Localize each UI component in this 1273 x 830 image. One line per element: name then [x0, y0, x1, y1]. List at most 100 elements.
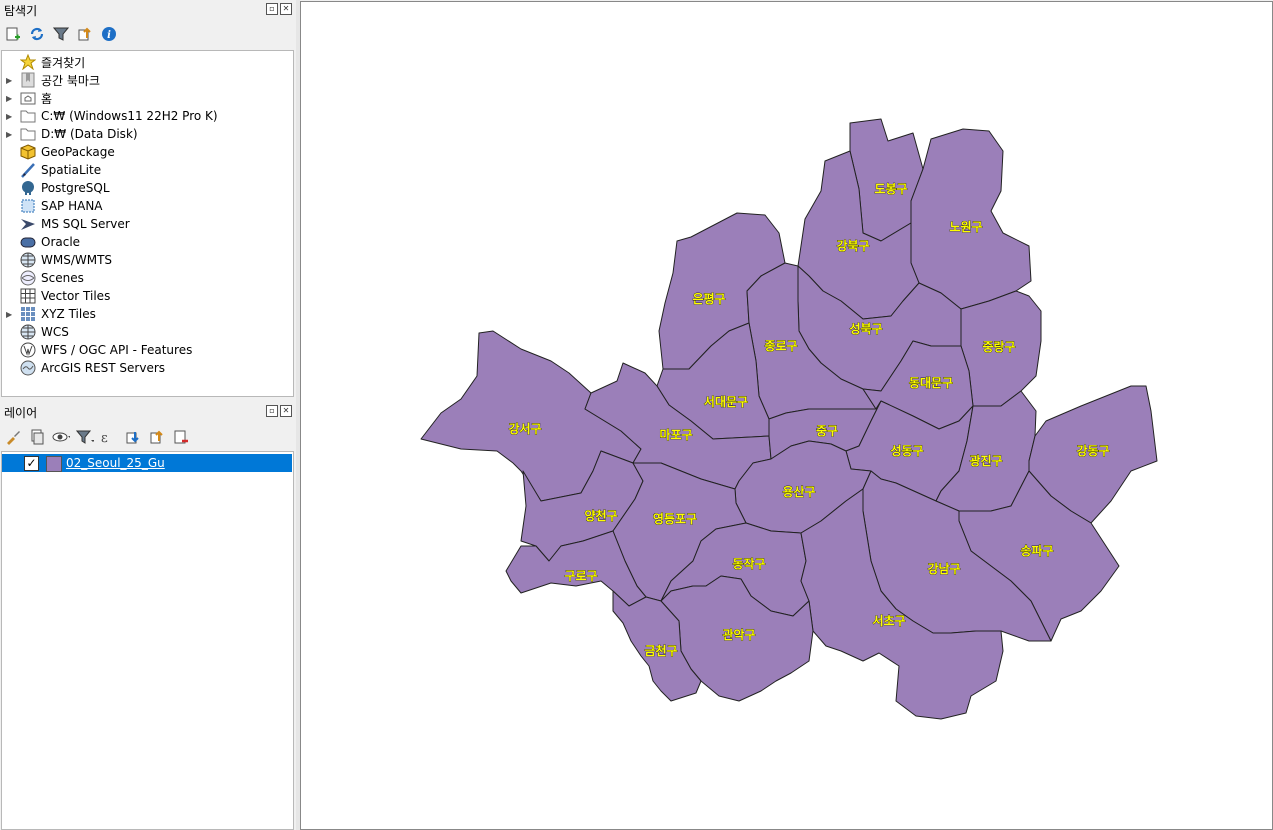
browser-item-label: 홈 [41, 91, 53, 106]
browser-panel-title: 탐색기 [4, 4, 38, 18]
star-icon [20, 54, 36, 70]
close-panel-button[interactable]: ✕ [280, 405, 292, 417]
bookmark-icon [20, 72, 36, 88]
browser-item[interactable]: ArcGIS REST Servers [2, 359, 292, 377]
layer-symbol-swatch [46, 456, 62, 472]
filter-legend-button[interactable] [76, 428, 94, 446]
map-canvas[interactable]: 도봉구 노원구 강북구 은평구 성북구 종로구 중랑구 동대문구 서대문구 강서구 마포구 중구 성동구… [300, 1, 1273, 830]
xyz-tiles-icon [20, 306, 36, 322]
globe-icon [20, 324, 36, 340]
browser-tree: 즐겨찾기 ▶ 공간 북마크 ▶ 홈 ▶ C:₩ (Windows11 22H2 Pro K)… [1, 50, 294, 397]
browser-item[interactable]: ▶ XYZ Tiles [2, 305, 292, 323]
browser-item[interactable]: WMS/WMTS [2, 251, 292, 269]
browser-item-label: WMS/WMTS [41, 253, 113, 267]
browser-item-label: XYZ Tiles [41, 307, 96, 321]
browser-item-label: D:₩ (Data Disk) [41, 127, 138, 141]
collapse-all-button[interactable] [76, 25, 94, 43]
collapse-all-layers-button[interactable] [148, 428, 166, 446]
browser-item-label: Scenes [41, 271, 84, 285]
layers-panel-header: 레이어 ▫ ✕ [0, 402, 296, 422]
browser-item[interactable]: 즐겨찾기 [2, 53, 292, 71]
browser-item[interactable]: GeoPackage [2, 143, 292, 161]
folder-icon [20, 108, 36, 124]
left-dock: 탐색기 ▫ ✕ i 즐겨찾기 ▶ 공간 북마크 ▶ 홈 ▶ C:₩ (Windows11 2… [0, 0, 296, 830]
district-label: 중구 [816, 424, 838, 438]
district-label: 용산구 [782, 484, 815, 499]
browser-item[interactable]: Vector Tiles [2, 287, 292, 305]
browser-item[interactable]: PostgreSQL [2, 179, 292, 197]
refresh-button[interactable] [28, 25, 46, 43]
browser-item-label: WFS / OGC API - Features [41, 343, 193, 357]
district-label: 동작구 [732, 556, 765, 571]
layers-tree: ✓ 02_Seoul_25_Gu [1, 451, 294, 830]
district-label: 성동구 [890, 444, 923, 458]
expand-arrow-icon[interactable]: ▶ [6, 310, 16, 319]
browser-item[interactable]: ▶ 공간 북마크 [2, 71, 292, 89]
float-panel-button[interactable]: ▫ [266, 405, 278, 417]
district-label: 영등포구 [653, 511, 697, 526]
expand-arrow-icon[interactable]: ▶ [6, 130, 16, 139]
seoul-district-map[interactable]: 도봉구노원구강북구은평구성북구종로구 중랑구동대문구서대문구강서구 마포구 중구성동구… [301, 2, 1272, 829]
district-label: 서초구 [872, 613, 905, 628]
browser-item[interactable]: ▶ 홈 [2, 89, 292, 107]
district-label: 송파구 [1020, 543, 1053, 558]
info-button[interactable]: i [100, 25, 118, 43]
layer-name: 02_Seoul_25_Gu [66, 456, 165, 470]
browser-item-label: GeoPackage [41, 145, 115, 159]
district-label: 강남구 [927, 561, 960, 576]
close-panel-button[interactable]: ✕ [280, 3, 292, 15]
browser-item[interactable]: Scenes [2, 269, 292, 287]
district-label: 서대문구 [704, 394, 748, 409]
district-label: 도봉구 [874, 182, 907, 196]
browser-item-label: ArcGIS REST Servers [41, 361, 166, 375]
district-label: 강동구 [1076, 444, 1109, 458]
browser-item-label: C:₩ (Windows11 22H2 Pro K) [41, 109, 218, 123]
mssql-icon [20, 216, 36, 232]
expand-arrow-icon[interactable]: ▶ [6, 94, 16, 103]
remove-layer-button[interactable] [172, 428, 190, 446]
style-brush-icon[interactable] [4, 428, 22, 446]
district-label: 마포구 [659, 427, 692, 442]
expand-arrow-icon[interactable]: ▶ [6, 112, 16, 121]
geopackage-icon [20, 144, 36, 160]
browser-item[interactable]: SpatiaLite [2, 161, 292, 179]
add-selected-layers-button[interactable] [4, 25, 22, 43]
browser-item-label: SpatiaLite [41, 163, 102, 177]
layer-visibility-checkbox[interactable]: ✓ [24, 456, 39, 471]
district-label: 양천구 [584, 508, 617, 523]
layer-row[interactable]: ✓ 02_Seoul_25_Gu [2, 454, 292, 472]
browser-item[interactable]: WFS / OGC API - Features [2, 341, 292, 359]
district-label: 노원구 [949, 220, 982, 234]
home-folder-icon [20, 90, 36, 106]
district-label: 강서구 [508, 421, 541, 436]
filter-button[interactable] [52, 25, 70, 43]
browser-item[interactable]: ▶ D:₩ (Data Disk) [2, 125, 292, 143]
sap-hana-icon [20, 198, 36, 214]
browser-item[interactable]: MS SQL Server [2, 215, 292, 233]
manage-visibility-button[interactable] [52, 428, 70, 446]
browser-item[interactable]: WCS [2, 323, 292, 341]
district-label: 은평구 [692, 292, 725, 306]
oracle-icon [20, 234, 36, 250]
vector-tiles-icon [20, 288, 36, 304]
scenes-icon [20, 270, 36, 286]
district-label: 구로구 [564, 569, 597, 583]
expand-all-button[interactable] [124, 428, 142, 446]
arcgis-icon [20, 360, 36, 376]
wfs-icon [20, 342, 36, 358]
globe-icon [20, 252, 36, 268]
add-group-button[interactable] [28, 428, 46, 446]
browser-item[interactable]: SAP HANA [2, 197, 292, 215]
district-label: 종로구 [764, 339, 797, 353]
browser-item[interactable]: Oracle [2, 233, 292, 251]
browser-item[interactable]: ▶ C:₩ (Windows11 22H2 Pro K) [2, 107, 292, 125]
expand-arrow-icon[interactable]: ▶ [6, 76, 16, 85]
district-label: 중랑구 [982, 340, 1015, 354]
district-polygon[interactable] [910, 128, 1032, 310]
browser-item-label: Oracle [41, 235, 81, 249]
float-panel-button[interactable]: ▫ [266, 3, 278, 15]
filter-expression-button[interactable]: ε [100, 428, 118, 446]
browser-item-label: 즐겨찾기 [41, 55, 86, 70]
postgresql-icon [20, 180, 36, 196]
browser-panel-header: 탐색기 ▫ ✕ [0, 0, 296, 20]
